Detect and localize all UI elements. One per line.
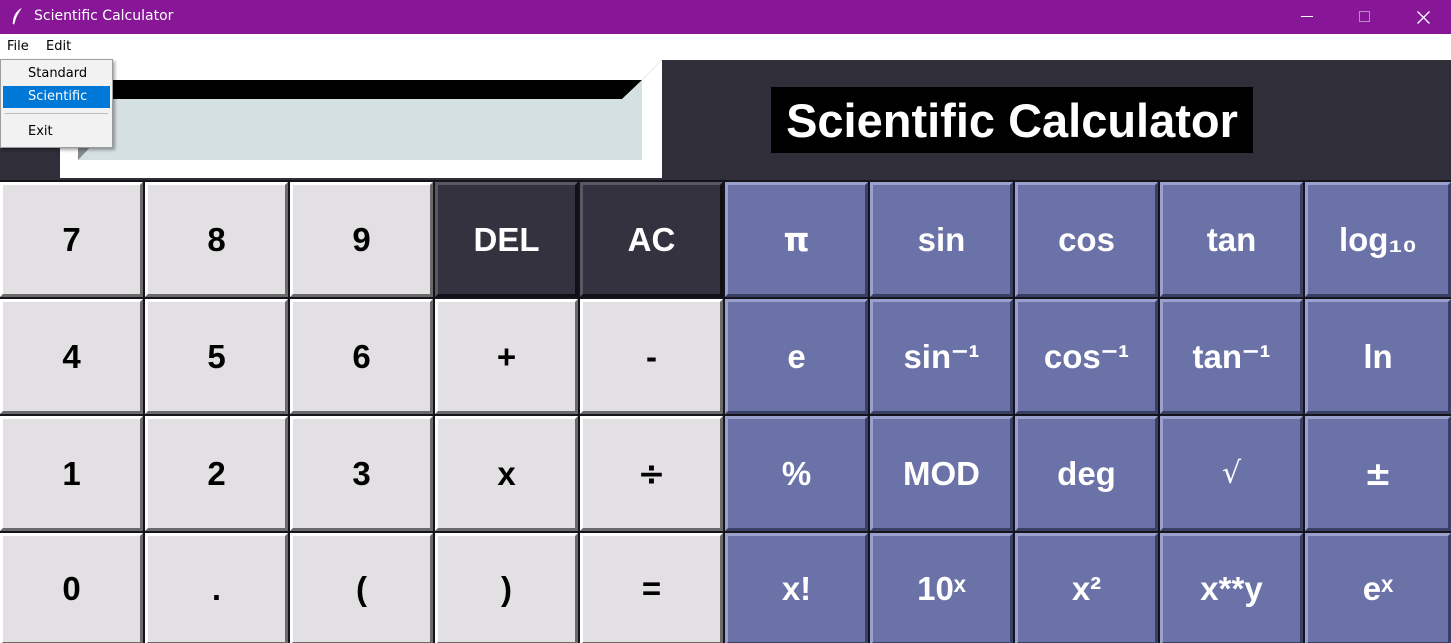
feather-icon: [12, 7, 23, 25]
key-minus[interactable]: -: [580, 299, 723, 414]
key-ln[interactable]: ln: [1305, 299, 1451, 414]
key-arctan[interactable]: tan⁻¹: [1160, 299, 1303, 414]
keypad: 7 8 9 DEL AC π sin cos tan log₁₀ 4 5 6 +…: [0, 180, 1451, 643]
key-ten-power[interactable]: 10ˣ: [870, 533, 1013, 643]
key-deg[interactable]: deg: [1015, 416, 1158, 531]
close-button[interactable]: [1394, 0, 1451, 34]
key-power[interactable]: x**y: [1160, 533, 1303, 643]
all-clear-button[interactable]: AC: [580, 182, 723, 297]
key-4[interactable]: 4: [0, 299, 143, 414]
key-sqrt[interactable]: √: [1160, 416, 1303, 531]
key-arcsin[interactable]: sin⁻¹: [870, 299, 1013, 414]
menu-bar: File Edit: [0, 34, 1451, 60]
key-plus-minus[interactable]: ±: [1305, 416, 1451, 531]
menu-item-scientific[interactable]: Scientific: [3, 86, 110, 108]
key-log10[interactable]: log₁₀: [1305, 182, 1451, 297]
key-divide[interactable]: ÷: [580, 416, 723, 531]
key-2[interactable]: 2: [145, 416, 288, 531]
close-icon: [1416, 10, 1430, 24]
minimize-button[interactable]: [1278, 0, 1336, 34]
window-title: Scientific Calculator: [34, 8, 174, 24]
menu-file[interactable]: File: [7, 39, 29, 54]
maximize-button[interactable]: [1336, 0, 1394, 34]
key-plus[interactable]: +: [435, 299, 578, 414]
menu-item-exit[interactable]: Exit: [3, 121, 110, 143]
key-pi[interactable]: π: [725, 182, 868, 297]
key-cos[interactable]: cos: [1015, 182, 1158, 297]
key-factorial[interactable]: x!: [725, 533, 868, 643]
key-tan[interactable]: tan: [1160, 182, 1303, 297]
key-equals[interactable]: =: [580, 533, 723, 643]
headline-banner: Scientific Calculator: [771, 87, 1253, 153]
maximize-icon: [1359, 11, 1370, 22]
key-percent[interactable]: %: [725, 416, 868, 531]
menu-separator: [5, 113, 108, 114]
key-open-paren[interactable]: (: [290, 533, 433, 643]
minimize-icon: [1301, 16, 1313, 17]
menu-item-standard[interactable]: Standard: [3, 63, 110, 85]
file-dropdown-menu: Standard Scientific Exit: [0, 59, 113, 148]
key-exp[interactable]: eˣ: [1305, 533, 1451, 643]
key-9[interactable]: 9: [290, 182, 433, 297]
title-bar[interactable]: Scientific Calculator: [0, 0, 1451, 34]
key-0[interactable]: 0: [0, 533, 143, 643]
key-1[interactable]: 1: [0, 416, 143, 531]
key-mod[interactable]: MOD: [870, 416, 1013, 531]
key-6[interactable]: 6: [290, 299, 433, 414]
key-multiply[interactable]: x: [435, 416, 578, 531]
key-sin[interactable]: sin: [870, 182, 1013, 297]
headline-title: Scientific Calculator: [786, 93, 1238, 147]
key-e[interactable]: e: [725, 299, 868, 414]
key-7[interactable]: 7: [0, 182, 143, 297]
key-close-paren[interactable]: ): [435, 533, 578, 643]
key-8[interactable]: 8: [145, 182, 288, 297]
display-value[interactable]: [100, 100, 620, 138]
key-decimal[interactable]: .: [145, 533, 288, 643]
delete-button[interactable]: DEL: [435, 182, 578, 297]
key-5[interactable]: 5: [145, 299, 288, 414]
menu-edit[interactable]: Edit: [46, 39, 71, 54]
key-3[interactable]: 3: [290, 416, 433, 531]
key-square[interactable]: x²: [1015, 533, 1158, 643]
key-arccos[interactable]: cos⁻¹: [1015, 299, 1158, 414]
